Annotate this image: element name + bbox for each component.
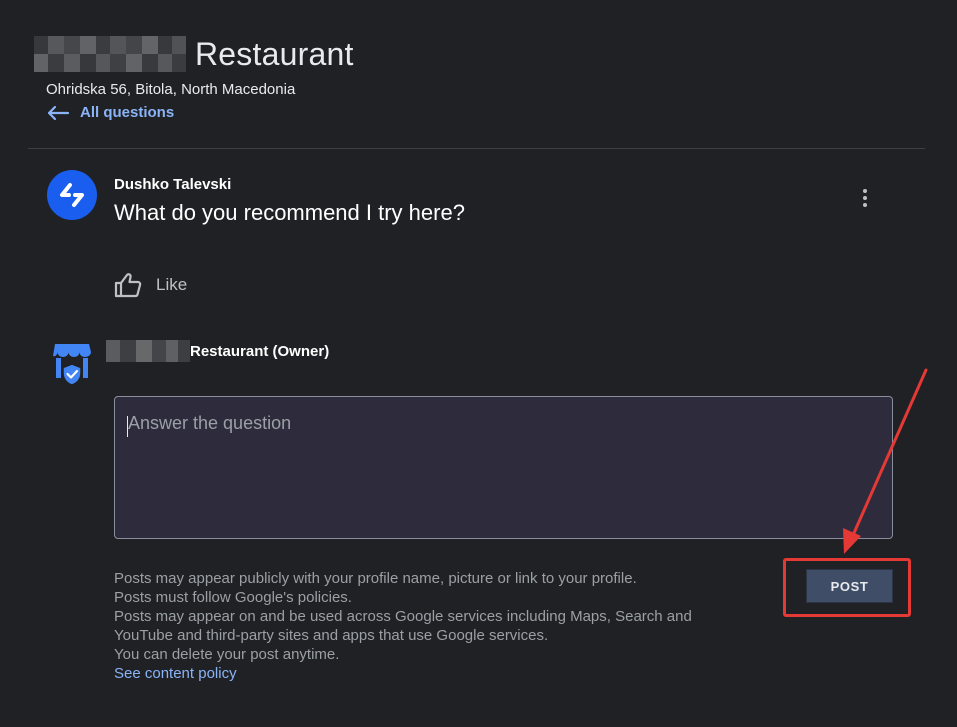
dot bbox=[863, 196, 867, 200]
policy-line: Posts may appear on and be used across G… bbox=[114, 608, 692, 625]
post-policies: Posts may appear publicly with your prof… bbox=[114, 569, 692, 683]
avatar[interactable] bbox=[47, 170, 97, 220]
divider bbox=[28, 148, 925, 149]
policy-line: YouTube and third-party sites and apps t… bbox=[114, 627, 549, 644]
policy-line: Posts must follow Google's policies. bbox=[114, 589, 352, 606]
like-button[interactable]: Like bbox=[114, 272, 187, 298]
verified-storefront-icon bbox=[53, 344, 91, 386]
all-questions-link[interactable]: All questions bbox=[46, 104, 174, 121]
more-options-button[interactable] bbox=[853, 184, 877, 212]
owner-name: Restaurant (Owner) bbox=[190, 342, 330, 360]
policy-line: Posts may appear publicly with your prof… bbox=[114, 570, 637, 587]
all-questions-label: All questions bbox=[80, 104, 175, 121]
question-text: What do you recommend I try here? bbox=[114, 200, 465, 225]
dot bbox=[863, 189, 867, 193]
content-policy-link[interactable]: See content policy bbox=[114, 664, 692, 683]
owner-header: Restaurant (Owner) bbox=[106, 340, 329, 362]
answer-input[interactable] bbox=[114, 396, 893, 539]
redacted-owner-name bbox=[106, 340, 190, 362]
text-caret bbox=[127, 416, 128, 437]
thumbs-up-icon bbox=[114, 273, 142, 298]
business-title: Restaurant bbox=[195, 35, 354, 72]
business-address: Ohridska 56, Bitola, North Macedonia bbox=[46, 81, 296, 98]
policy-line: You can delete your post anytime. bbox=[114, 646, 340, 663]
page-title: Restaurant bbox=[34, 34, 354, 74]
annotation-arrow bbox=[843, 368, 928, 554]
post-button[interactable]: POST bbox=[806, 569, 893, 603]
like-label: Like bbox=[156, 275, 188, 294]
arrow-back-icon bbox=[47, 105, 70, 120]
dot bbox=[863, 203, 867, 207]
logo-icon bbox=[60, 183, 84, 207]
redacted-name bbox=[34, 36, 186, 72]
question-author[interactable]: Dushko Talevski bbox=[114, 176, 231, 193]
qa-page: Restaurant Ohridska 56, Bitola, North Ma… bbox=[0, 0, 957, 727]
